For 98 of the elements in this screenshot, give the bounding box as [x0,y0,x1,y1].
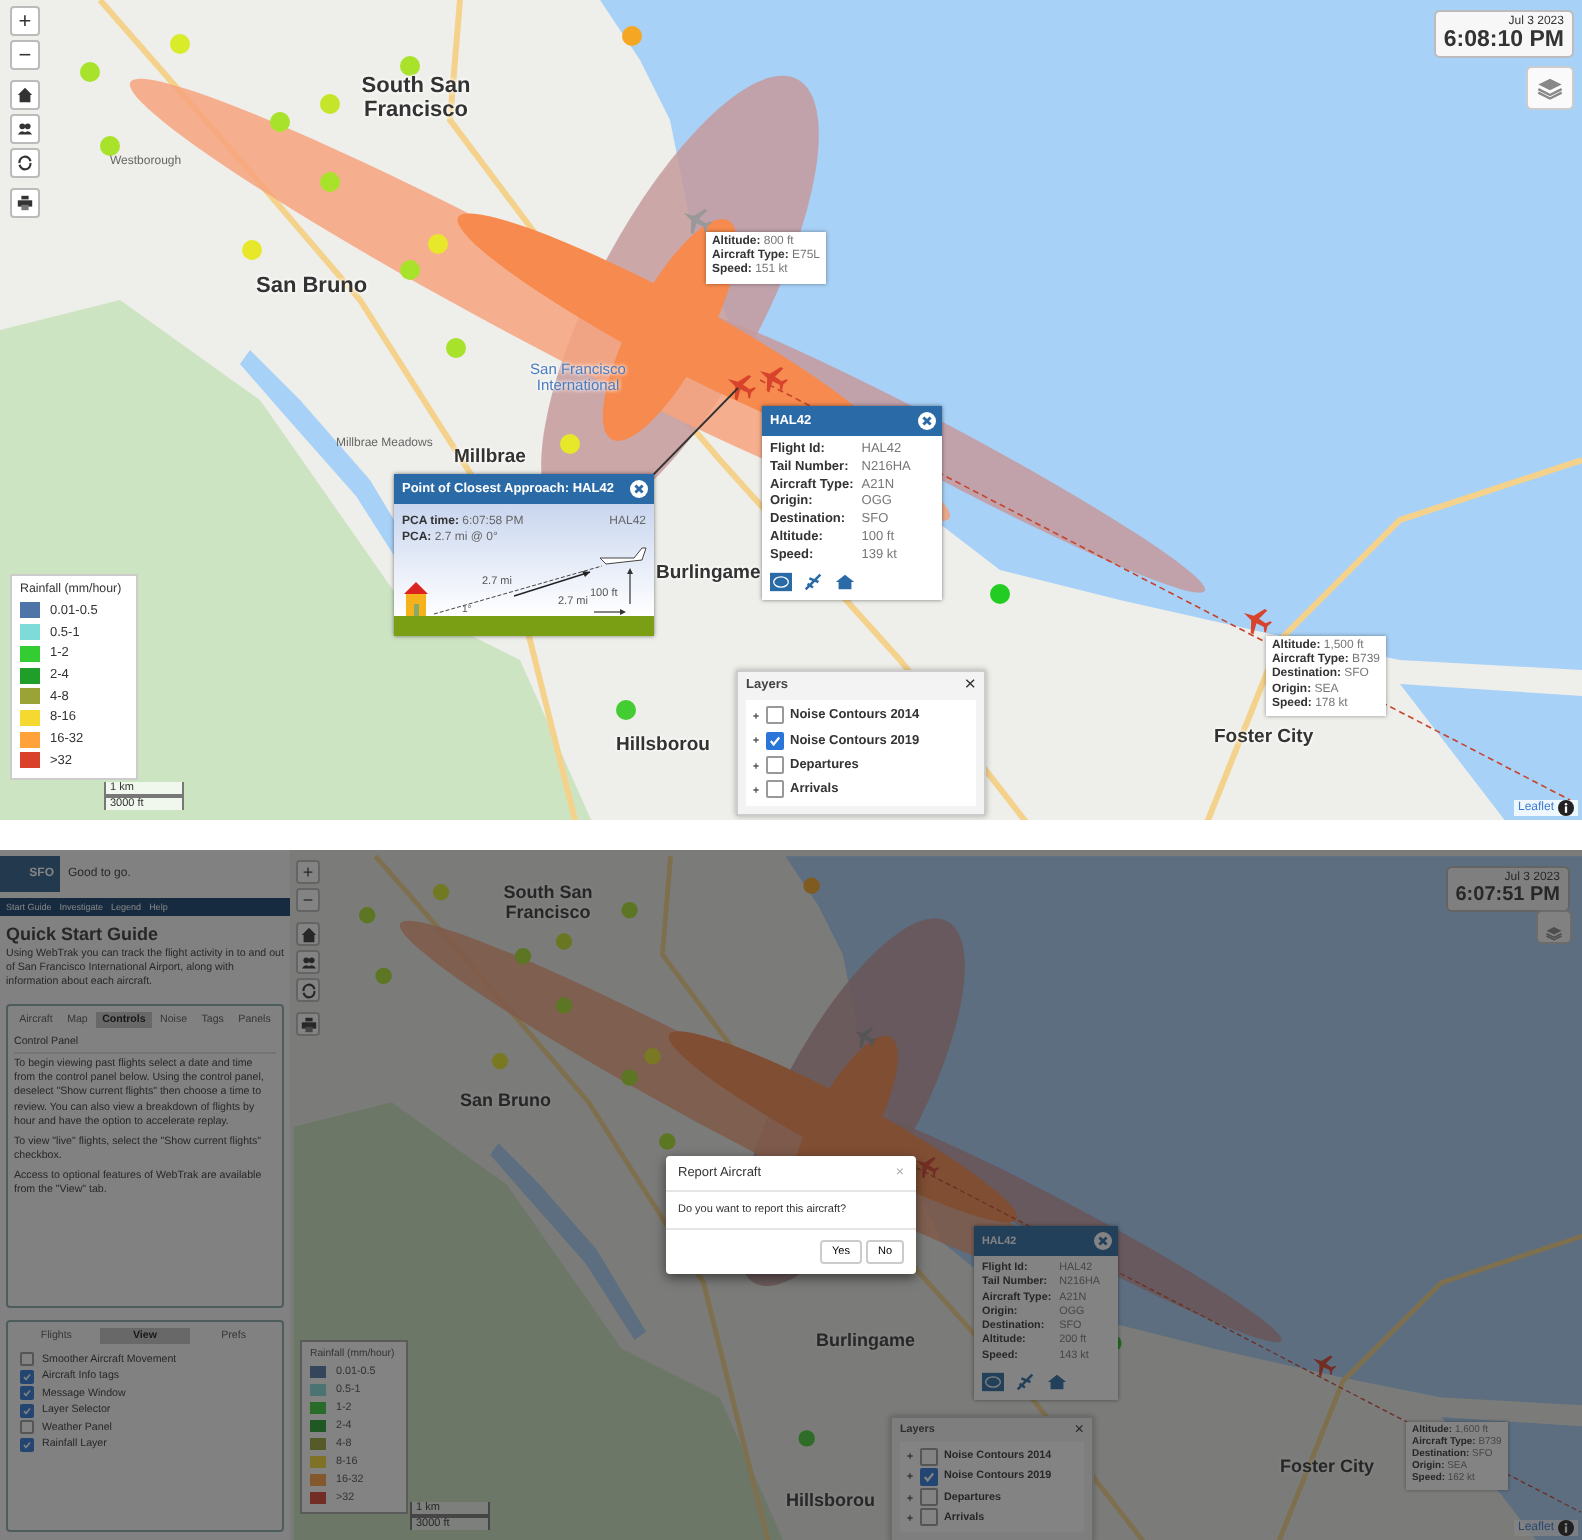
place-label: San Bruno [256,274,368,298]
place-label: South San Francisco [359,74,473,123]
home-icon [16,86,34,104]
rain-gauge-marker[interactable] [446,338,466,358]
rain-gauge-marker[interactable] [659,1133,676,1150]
option-checkbox[interactable] [20,1386,34,1401]
house-icon [404,582,428,616]
option-checkbox[interactable] [20,1437,34,1452]
close-icon[interactable] [918,412,936,430]
refresh-icon [16,154,34,172]
option-checkbox[interactable] [20,1352,34,1367]
rain-gauge-marker[interactable] [375,967,392,985]
rain-gauge-marker[interactable] [990,584,1010,604]
rain-gauge-marker[interactable] [616,700,636,720]
layer-checkbox[interactable] [920,1467,938,1486]
people-icon [299,953,317,971]
place-label: Foster City [1280,1456,1375,1476]
guide-heading: Quick Start Guide [6,923,161,944]
layers-icon [1534,74,1566,102]
rain-gauge-marker[interactable] [622,26,642,46]
rain-gauge-marker[interactable] [428,234,448,254]
place-label: Burlingame [656,562,761,584]
expand-icon[interactable] [752,711,760,720]
layers-button[interactable] [1526,66,1574,110]
clock-time: 6:07:51 PM [1455,884,1560,906]
speech-bubble-icon[interactable] [770,572,792,593]
home-icon[interactable] [1046,1372,1068,1393]
rain-gauge-marker[interactable] [400,56,420,76]
rain-gauge-marker[interactable] [560,434,580,454]
close-icon[interactable] [630,480,648,498]
rain-gauge-marker[interactable] [359,907,376,924]
people-icon [16,120,34,138]
place-label: Hillsborou [786,1490,875,1510]
rain-gauge-marker[interactable] [621,902,638,919]
layer-checkbox[interactable] [766,756,784,775]
rain-gauge-marker[interactable] [491,1053,509,1070]
expand-icon[interactable] [906,1513,914,1522]
close-button[interactable]: × [964,676,976,696]
ground-arrow [593,609,626,615]
expand-icon[interactable] [906,1452,914,1461]
zoom-button[interactable]: + [10,6,40,36]
rain-gauge-marker[interactable] [555,933,573,950]
speech-bubble-icon[interactable] [982,1372,1004,1393]
rain-gauge-marker[interactable] [400,260,420,280]
layer-checkbox[interactable] [766,731,784,750]
rain-gauge-marker[interactable] [242,240,262,260]
option-checkbox[interactable] [20,1403,34,1418]
expand-icon[interactable] [752,736,760,745]
altitude-arrow [627,568,633,605]
rain-gauge-marker[interactable] [644,1048,661,1065]
home-button[interactable] [10,80,40,110]
close-icon[interactable] [1094,1232,1112,1250]
print-button[interactable] [10,188,40,218]
zoom-button[interactable]: − [296,888,320,912]
home-icon [299,925,317,943]
clock-time: 6:08:10 PM [1443,28,1564,52]
expand-icon[interactable] [906,1472,914,1481]
zoom-button[interactable]: + [296,860,320,884]
layers-button[interactable] [1536,910,1572,944]
leader-line [651,387,739,477]
place-label: Burlingame [816,1330,916,1350]
rain-gauge-marker[interactable] [798,1430,815,1447]
rain-gauge-marker[interactable] [170,34,190,54]
layer-checkbox[interactable] [920,1508,938,1527]
rain-gauge-marker[interactable] [320,94,340,114]
info-icon[interactable] [1558,800,1574,816]
printer-icon [16,194,34,212]
expand-icon[interactable] [752,761,760,770]
layer-checkbox[interactable] [766,780,784,799]
layer-checkbox[interactable] [920,1447,938,1466]
refresh-icon [299,981,317,999]
layers-icon [1544,924,1564,942]
expand-icon[interactable] [906,1493,914,1502]
place-label: Millbrae [454,446,526,468]
zoom-button[interactable]: − [10,40,40,70]
home-icon[interactable] [834,572,856,593]
rain-gauge-marker[interactable] [432,884,450,901]
option-checkbox[interactable] [20,1369,34,1384]
place-label: San Bruno [460,1090,552,1110]
layer-checkbox[interactable] [920,1488,938,1507]
refresh-button[interactable] [10,148,40,178]
rain-gauge-marker[interactable] [100,136,120,156]
rain-gauge-marker[interactable] [320,172,340,192]
rain-gauge-marker[interactable] [80,62,100,82]
rain-gauge-marker[interactable] [555,997,573,1014]
rain-gauge-marker[interactable] [514,948,532,965]
people-button[interactable] [10,114,40,144]
layer-checkbox[interactable] [766,706,784,725]
rain-gauge-marker[interactable] [270,112,290,132]
place-label: South San Francisco [501,884,595,924]
rain-gauge-marker[interactable] [621,1069,638,1086]
place-label: Hillsborou [616,734,710,756]
rain-gauge-marker[interactable] [803,877,820,894]
printer-icon [299,1015,317,1033]
close-button[interactable]: × [1074,1422,1084,1439]
expand-icon[interactable] [752,785,760,794]
option-checkbox[interactable] [20,1420,34,1435]
place-label: Foster City [1214,726,1314,748]
